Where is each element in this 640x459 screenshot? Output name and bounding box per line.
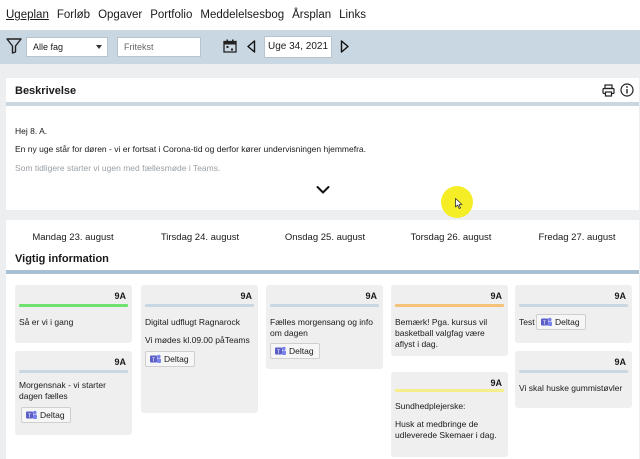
description-panel: Beskrivelse Hej 8. A. En ny uge står for… (6, 78, 639, 210)
subject-select[interactable]: Alle fag (26, 37, 108, 57)
info-card[interactable]: 9A Digital udflugt Ragnarock Vi mødes kl… (141, 285, 258, 413)
class-badge: 9A (614, 291, 626, 301)
day-header-wednesday: Onsdag 25. august (284, 232, 366, 243)
card-text: aflyst i dag. (395, 339, 438, 349)
teams-icon: T (541, 317, 552, 326)
card-text: basketball valgfag være (395, 328, 485, 338)
nav-opgaver[interactable]: Opgaver (98, 9, 142, 21)
card-color-bar (145, 304, 254, 307)
class-badge: 9A (490, 291, 502, 301)
important-info-divider (6, 270, 639, 274)
card-text: Sundhedplejerske: (395, 401, 466, 411)
nav-ugeplan[interactable]: Ugeplan (6, 9, 49, 21)
info-card[interactable]: 9A Så er vi i gang (15, 285, 132, 343)
teams-icon: T (275, 346, 286, 355)
card-color-bar (19, 304, 128, 307)
info-card[interactable]: 9A Test T Deltag (515, 285, 632, 343)
card-color-bar (519, 370, 628, 373)
nav-aarsplan[interactable]: Årsplan (292, 9, 331, 21)
card-color-bar (395, 389, 504, 392)
card-text: dagen fælles (19, 391, 68, 401)
previous-week-icon[interactable] (246, 40, 256, 53)
description-line: Hej 8. A. (15, 126, 48, 136)
class-badge: 9A (490, 378, 502, 388)
card-text: Digital udflugt Ragnarock (145, 317, 240, 327)
subject-select-value: Alle fag (33, 42, 64, 52)
teams-join-label: Deltag (164, 354, 189, 364)
week-panel: Mandag 23. august Tirsdag 24. august Ons… (6, 220, 639, 459)
nav-links[interactable]: Links (339, 9, 366, 21)
card-text: om dagen (270, 328, 308, 338)
teams-join-button[interactable]: T Deltag (145, 351, 195, 367)
card-color-bar (519, 304, 628, 307)
teams-join-button[interactable]: T Deltag (536, 314, 586, 330)
day-header-friday: Fredag 27. august (538, 232, 616, 243)
info-card[interactable]: 9A Sundhedplejerske: Husk at medbringe d… (391, 372, 508, 457)
class-badge: 9A (114, 291, 126, 301)
calendar-icon[interactable] (223, 39, 237, 53)
important-info-title: Vigtig information (15, 253, 109, 265)
info-card[interactable]: 9A Morgensnak - vi starter dagen fælles … (15, 351, 132, 435)
nav-meddelelsesbog[interactable]: Meddelelsesbog (200, 9, 284, 21)
info-icon[interactable] (620, 83, 634, 97)
class-badge: 9A (240, 291, 252, 301)
nav-forloeb[interactable]: Forløb (57, 9, 90, 21)
description-line: En ny uge står for døren - vi er fortsat… (15, 144, 367, 154)
week-label[interactable]: Uge 34, 2021 (264, 36, 332, 58)
day-header-monday: Mandag 23. august (32, 232, 114, 243)
toolbar: Alle fag Uge 34, 2021 (0, 30, 640, 64)
teams-join-button[interactable]: T Deltag (21, 407, 71, 423)
info-card[interactable]: 9A Fælles morgensang og info om dagen T … (266, 285, 383, 369)
class-badge: 9A (614, 357, 626, 367)
search-input[interactable] (117, 37, 201, 57)
day-header-thursday: Torsdag 26. august (410, 232, 492, 243)
filter-icon[interactable] (6, 38, 22, 54)
card-text: Husk at medbringe de (395, 419, 479, 429)
teams-join-button[interactable]: T Deltag (270, 343, 320, 359)
card-text: Morgensnak - vi starter (19, 380, 106, 390)
teams-icon: T (150, 354, 161, 363)
card-color-bar (19, 370, 128, 373)
nav-portfolio[interactable]: Portfolio (150, 9, 192, 21)
mouse-cursor-highlight (441, 186, 473, 218)
print-icon[interactable] (602, 84, 615, 97)
info-card[interactable]: 9A Bemærk! Pga. kursus vil basketball va… (391, 285, 508, 356)
teams-join-label: Deltag (555, 317, 580, 327)
teams-join-label: Deltag (40, 410, 65, 420)
info-card[interactable]: 9A Vi skal huske gummistøvler (515, 351, 632, 408)
teams-join-label: Deltag (289, 346, 314, 356)
card-text: Test (519, 317, 535, 327)
card-color-bar (270, 304, 379, 307)
chevron-down-icon (96, 45, 102, 49)
class-badge: 9A (114, 357, 126, 367)
top-nav: Ugeplan Forløb Opgaver Portfolio Meddele… (0, 0, 640, 30)
card-text: udleverede Skemaer i dag. (395, 430, 497, 440)
description-title: Beskrivelse (15, 85, 77, 97)
description-line: Som tidligere starter vi ugen med fælles… (15, 163, 221, 173)
day-header-tuesday: Tirsdag 24. august (160, 232, 240, 243)
expand-chevron-icon[interactable] (316, 185, 330, 195)
card-text: Bemærk! Pga. kursus vil (395, 317, 488, 327)
card-text: Vi mødes kl.09.00 påTeams (145, 335, 250, 345)
class-badge: 9A (365, 291, 377, 301)
description-divider (6, 102, 639, 106)
teams-icon: T (26, 410, 37, 419)
card-text: Fælles morgensang og info (270, 317, 374, 327)
next-week-icon[interactable] (340, 40, 350, 53)
card-color-bar (395, 304, 504, 307)
card-text: Så er vi i gang (19, 317, 74, 327)
card-text: Vi skal huske gummistøvler (519, 383, 623, 393)
mouse-pointer-icon (455, 198, 463, 209)
